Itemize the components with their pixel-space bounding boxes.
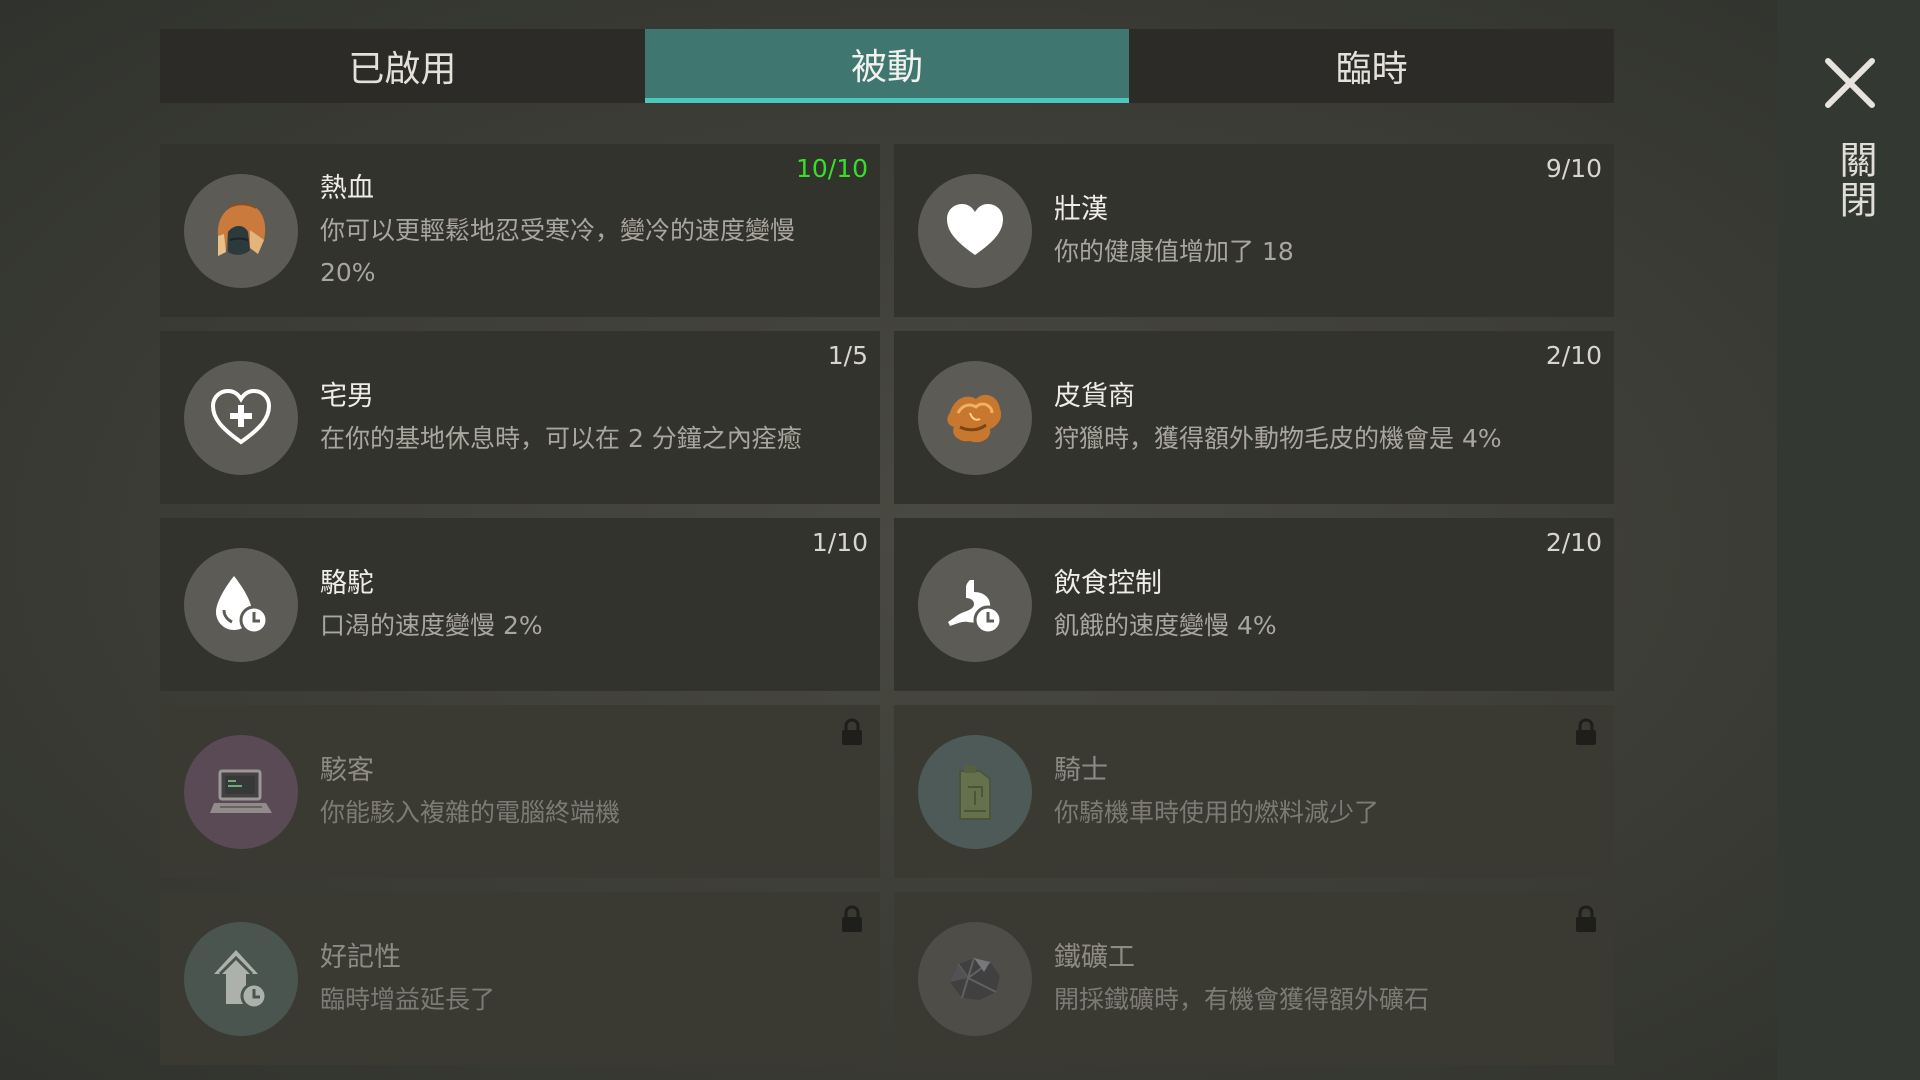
tab-active-skills[interactable]: 已啟用 bbox=[160, 29, 645, 103]
skill-card-rider[interactable]: 騎士 你騎機車時使用的燃料減少了 bbox=[894, 705, 1614, 878]
skill-card-good-memory[interactable]: 好記性 臨時增益延長了 bbox=[160, 892, 880, 1065]
skill-card-camel[interactable]: 駱駝 口渴的速度變慢 2% 1/10 bbox=[160, 518, 880, 691]
skill-icon-slot bbox=[184, 174, 298, 288]
skill-description: 你能駭入複雜的電腦終端機 bbox=[320, 797, 621, 827]
skill-description: 你騎機車時使用的燃料減少了 bbox=[1054, 797, 1380, 827]
tab-bar: 已啟用 被動 臨時 bbox=[160, 29, 1615, 103]
skill-icon-slot bbox=[918, 548, 1032, 662]
heart-icon bbox=[947, 204, 1003, 255]
skill-level: 1/5 bbox=[827, 341, 868, 370]
skill-text: 壯漢 你的健康值增加了 18 bbox=[1054, 144, 1574, 317]
skill-description: 開採鐵礦時，有機會獲得額外礦石 bbox=[1054, 984, 1430, 1014]
skill-name: 皮貨商 bbox=[1054, 380, 1135, 412]
skill-icon-slot bbox=[184, 548, 298, 662]
skill-text: 好記性 臨時增益延長了 bbox=[320, 892, 840, 1065]
lock-icon bbox=[1576, 905, 1596, 932]
skill-name: 鐵礦工 bbox=[1054, 941, 1135, 973]
skill-text: 飲食控制 飢餓的速度變慢 4% bbox=[1054, 518, 1574, 691]
skill-icon-slot bbox=[184, 735, 298, 849]
skill-text: 駭客 你能駭入複雜的電腦終端機 bbox=[320, 705, 840, 878]
skill-icon-slot bbox=[918, 735, 1032, 849]
arrow-up-clock-icon bbox=[214, 950, 268, 1010]
skill-text: 宅男 在你的基地休息時，可以在 2 分鐘之內痊癒 bbox=[320, 331, 840, 504]
heart-plus-icon bbox=[210, 388, 272, 445]
skill-card-iron-miner[interactable]: 鐵礦工 開採鐵礦時，有機會獲得額外礦石 bbox=[894, 892, 1614, 1065]
skill-text: 駱駝 口渴的速度變慢 2% bbox=[320, 518, 840, 691]
skill-level: 1/10 bbox=[811, 528, 868, 557]
iron-ore-icon bbox=[950, 957, 1000, 1000]
skill-description: 你可以更輕鬆地忍受寒冷，變冷的速度變慢 20% bbox=[320, 215, 796, 287]
skill-name: 騎士 bbox=[1054, 754, 1108, 786]
skill-card-homebody[interactable]: 宅男 在你的基地休息時，可以在 2 分鐘之內痊癒 1/5 bbox=[160, 331, 880, 504]
skill-description: 口渴的速度變慢 2% bbox=[320, 610, 543, 640]
skill-icon-slot bbox=[918, 174, 1032, 288]
skill-level: 2/10 bbox=[1545, 341, 1602, 370]
tab-passive-skills[interactable]: 被動 bbox=[644, 29, 1130, 103]
lock-icon bbox=[842, 718, 862, 745]
skill-level: 10/10 bbox=[795, 154, 868, 183]
skill-description: 在你的基地休息時，可以在 2 分鐘之內痊癒 bbox=[320, 423, 802, 453]
skill-text: 皮貨商 狩獵時，獲得額外動物毛皮的機會是 4% bbox=[1054, 331, 1574, 504]
skills-panel: 已啟用 被動 臨時 熱血 你可以更輕鬆地忍受寒冷，變冷的速度變慢 20% 10/ bbox=[160, 29, 1615, 1065]
fur-icon bbox=[947, 394, 1002, 443]
skill-description: 你的健康值增加了 18 bbox=[1054, 236, 1294, 266]
fuel-can-icon bbox=[959, 765, 991, 820]
skill-level: 9/10 bbox=[1545, 154, 1602, 183]
skill-card-hacker[interactable]: 駭客 你能駭入複雜的電腦終端機 bbox=[160, 705, 880, 878]
skill-name: 宅男 bbox=[320, 380, 374, 412]
skill-text: 騎士 你騎機車時使用的燃料減少了 bbox=[1054, 705, 1574, 878]
skill-description: 狩獵時，獲得額外動物毛皮的機會是 4% bbox=[1054, 423, 1502, 453]
tab-temporary-skills[interactable]: 臨時 bbox=[1129, 29, 1615, 103]
laptop-icon bbox=[210, 769, 272, 813]
skill-description: 臨時增益延長了 bbox=[320, 984, 496, 1014]
close-label[interactable]: 關閉 bbox=[1828, 140, 1883, 220]
skill-card-diet-control[interactable]: 飲食控制 飢餓的速度變慢 4% 2/10 bbox=[894, 518, 1614, 691]
lock-icon bbox=[842, 905, 862, 932]
water-drop-clock-icon bbox=[216, 576, 269, 635]
skill-text: 鐵礦工 開採鐵礦時，有機會獲得額外礦石 bbox=[1054, 892, 1574, 1065]
skill-name: 駱駝 bbox=[320, 567, 374, 599]
skill-text: 熱血 你可以更輕鬆地忍受寒冷，變冷的速度變慢 20% bbox=[320, 144, 840, 317]
skill-name: 飲食控制 bbox=[1054, 567, 1162, 599]
skill-name: 駭客 bbox=[320, 754, 374, 786]
hat-icon bbox=[217, 203, 266, 256]
skill-card-fur-trader[interactable]: 皮貨商 狩獵時，獲得額外動物毛皮的機會是 4% 2/10 bbox=[894, 331, 1614, 504]
skill-grid: 熱血 你可以更輕鬆地忍受寒冷，變冷的速度變慢 20% 10/10 壯漢 你的健康… bbox=[160, 144, 1614, 1065]
skill-level: 2/10 bbox=[1545, 528, 1602, 557]
skill-card-warm-blood[interactable]: 熱血 你可以更輕鬆地忍受寒冷，變冷的速度變慢 20% 10/10 bbox=[160, 144, 880, 317]
skill-card-strongman[interactable]: 壯漢 你的健康值增加了 18 9/10 bbox=[894, 144, 1614, 317]
stomach-clock-icon bbox=[948, 580, 1003, 635]
lock-icon bbox=[1576, 718, 1596, 745]
close-icon[interactable] bbox=[1822, 55, 1878, 111]
skill-name: 熱血 bbox=[320, 172, 374, 204]
skill-icon-slot bbox=[184, 922, 298, 1036]
skill-name: 壯漢 bbox=[1054, 193, 1108, 225]
skill-description: 飢餓的速度變慢 4% bbox=[1054, 610, 1277, 640]
skill-name: 好記性 bbox=[320, 941, 401, 973]
skill-icon-slot bbox=[918, 922, 1032, 1036]
skill-icon-slot bbox=[918, 361, 1032, 475]
skill-icon-slot bbox=[184, 361, 298, 475]
